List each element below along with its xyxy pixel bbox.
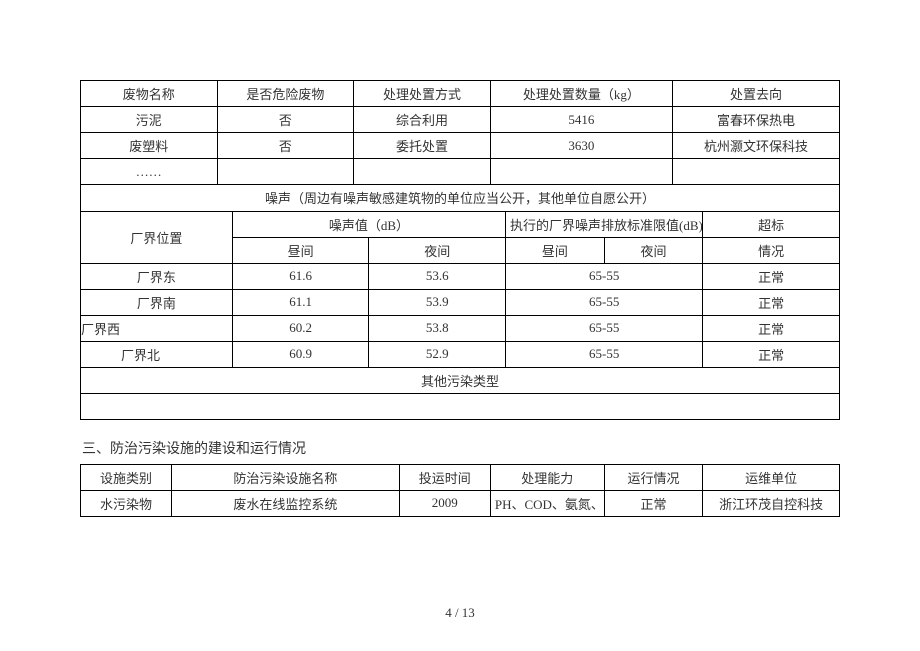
- noise-banner: 噪声（周边有噪声敏感建筑物的单位应当公开，其他单位自愿公开）: [81, 185, 840, 211]
- fac-col-year: 投运时间: [399, 464, 490, 490]
- table-row: 污泥 否 综合利用 5416 富春环保热电: [81, 107, 840, 133]
- noise-table: 噪声（周边有噪声敏感建筑物的单位应当公开，其他单位自愿公开） 厂界位置 噪声值（…: [80, 185, 840, 420]
- waste-disposal-table: 废物名称 是否危险废物 处理处置方式 处理处置数量（kg） 处置去向 污泥 否 …: [80, 80, 840, 185]
- waste-col-name: 废物名称: [81, 81, 218, 107]
- noise-sub-day: 昼间: [232, 237, 369, 263]
- noise-col-limit: 执行的厂界噪声排放标准限值(dB): [506, 211, 703, 237]
- table-row: 水污染物 废水在线监控系统 2009 PH、COD、氨氮、 正常 浙江环茂自控科…: [81, 490, 840, 516]
- table-row: ……: [81, 159, 840, 185]
- fac-col-capacity: 处理能力: [490, 464, 604, 490]
- page-number: 4 / 13: [0, 605, 920, 621]
- noise-col-exceed: 超标: [703, 211, 840, 237]
- waste-col-method: 处理处置方式: [354, 81, 491, 107]
- waste-col-qty: 处理处置数量（kg）: [490, 81, 672, 107]
- table-row: 废塑料 否 委托处置 3630 杭州灏文环保科技: [81, 133, 840, 159]
- other-pollution-type: 其他污染类型: [81, 367, 840, 393]
- noise-sub-night2: 夜间: [604, 237, 703, 263]
- noise-col-value: 噪声值（dB）: [232, 211, 505, 237]
- waste-col-dest: 处置去向: [672, 81, 839, 107]
- fac-col-run: 运行情况: [604, 464, 703, 490]
- table-row: 厂界南 61.1 53.9 65-55 正常: [81, 289, 840, 315]
- table-row: 厂界西 60.2 53.8 65-55 正常: [81, 315, 840, 341]
- table-row: 厂界东 61.6 53.6 65-55 正常: [81, 263, 840, 289]
- fac-col-maint: 运维单位: [703, 464, 840, 490]
- section-3-title: 三、防治污染设施的建设和运行情况: [82, 438, 840, 458]
- table-row: 厂界北 60.9 52.9 65-55 正常: [81, 341, 840, 367]
- noise-sub-day2: 昼间: [506, 237, 605, 263]
- blank-row: [81, 393, 840, 419]
- noise-sub-night: 夜间: [369, 237, 506, 263]
- noise-col-position: 厂界位置: [81, 211, 233, 263]
- waste-col-hazard: 是否危险废物: [217, 81, 354, 107]
- noise-sub-status: 情况: [703, 237, 840, 263]
- fac-col-name: 防治污染设施名称: [172, 464, 400, 490]
- fac-col-category: 设施类别: [81, 464, 172, 490]
- facility-table: 设施类别 防治污染设施名称 投运时间 处理能力 运行情况 运维单位 水污染物 废…: [80, 464, 840, 517]
